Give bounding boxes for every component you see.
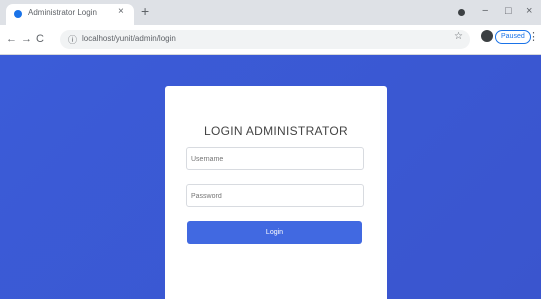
password-field[interactable] — [186, 184, 365, 207]
new-tab-button[interactable]: + — [141, 3, 149, 19]
address-bar[interactable]: ⓘ localhost/yunit/admin/login — [60, 30, 470, 49]
reload-button[interactable]: C — [36, 32, 44, 46]
profile-status-badge[interactable]: Paused — [495, 30, 531, 44]
login-title: LOGIN ADMINISTRATOR — [204, 124, 348, 138]
tab-strip: Administrator Login × + − □ × — [0, 0, 541, 25]
minimize-button[interactable]: − — [482, 4, 488, 18]
password-input[interactable] — [187, 187, 365, 206]
username-field[interactable] — [186, 147, 365, 170]
bookmark-star-icon[interactable]: ☆ — [454, 31, 463, 42]
record-icon — [458, 9, 465, 16]
username-input[interactable] — [187, 150, 365, 169]
page-background: LOGIN ADMINISTRATOR Login — [0, 55, 541, 299]
browser-tab[interactable]: Administrator Login × — [6, 4, 134, 25]
tab-title: Administrator Login — [28, 8, 97, 17]
login-card: LOGIN ADMINISTRATOR Login — [165, 86, 387, 299]
forward-button[interactable]: → — [21, 32, 32, 46]
login-button[interactable]: Login — [187, 221, 362, 244]
url-text[interactable]: localhost/yunit/admin/login — [82, 34, 176, 43]
back-button[interactable]: ← — [6, 32, 17, 46]
info-icon[interactable]: ⓘ — [68, 33, 77, 46]
close-window-button[interactable]: × — [526, 4, 532, 18]
profile-avatar[interactable] — [481, 30, 493, 42]
browser-menu-icon[interactable]: ⋮ — [528, 30, 539, 43]
favicon-icon — [14, 10, 22, 18]
maximize-button[interactable]: □ — [505, 4, 512, 18]
tab-close-icon[interactable]: × — [118, 6, 124, 17]
